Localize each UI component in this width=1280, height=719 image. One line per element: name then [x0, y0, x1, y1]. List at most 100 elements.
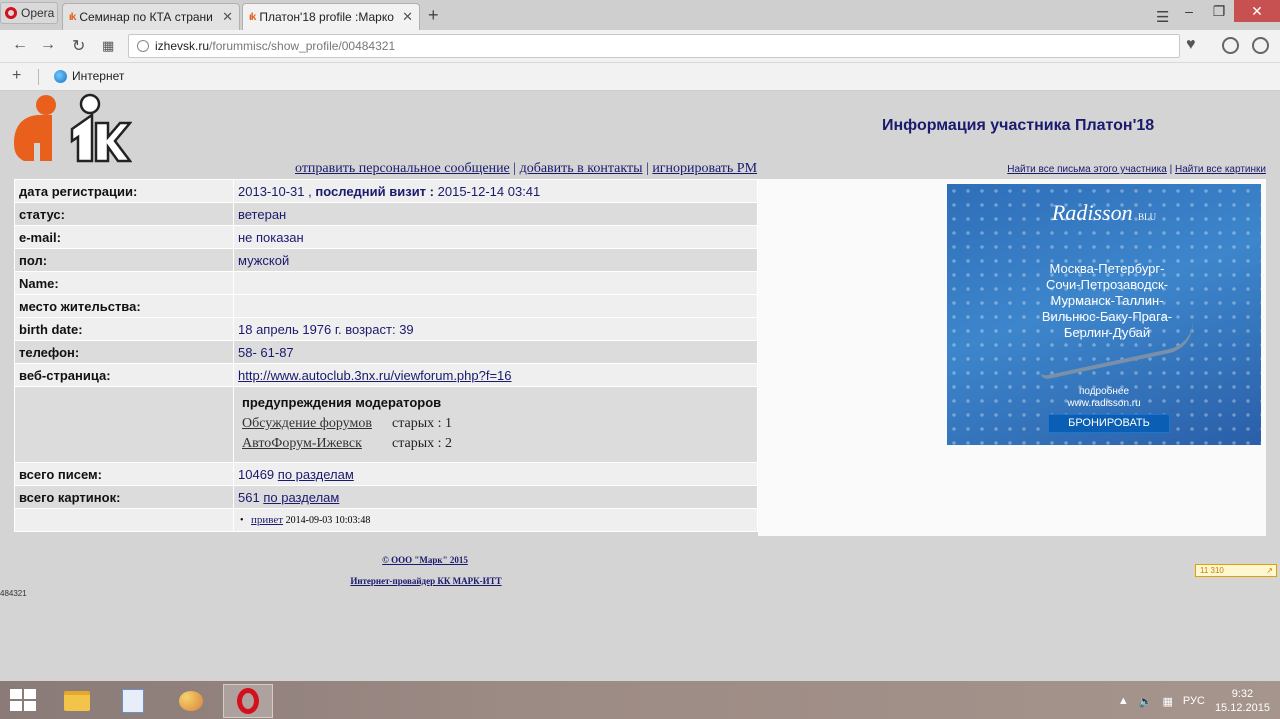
taskbar-paint[interactable]: [166, 684, 216, 718]
opera-icon: [237, 688, 259, 714]
close-window-icon[interactable]: ✕: [1234, 0, 1280, 22]
ik-favicon-icon: ık: [249, 11, 256, 23]
url-domain: izhevsk.ru: [155, 39, 210, 53]
minimize-icon[interactable]: –: [1174, 0, 1204, 22]
speed-dial-grid-icon[interactable]: ▦: [102, 38, 114, 54]
opera-menu-label: Opera: [21, 6, 55, 20]
add-contact-link[interactable]: добавить в контакты: [520, 161, 643, 176]
ignore-pm-link[interactable]: игнорировать PM: [652, 161, 757, 176]
residence-value: [233, 294, 758, 318]
bookmark-heart-icon[interactable]: ♥: [1186, 36, 1196, 54]
bookmark-separator: [38, 69, 39, 85]
moderator-warnings: предупреждения модераторов Обсуждение фо…: [233, 386, 758, 463]
footer-isp-link[interactable]: Интернет-провайдер КК МАРК-ИТТ: [0, 576, 852, 586]
taskbar-opera[interactable]: [223, 684, 273, 718]
clock[interactable]: 9:32 15.12.2015: [1215, 687, 1270, 715]
ad-route-line: Мурманск-Таллин-: [1050, 293, 1164, 308]
close-tab-icon[interactable]: ✕: [222, 9, 233, 25]
forward-arrow-icon[interactable]: →: [40, 36, 56, 54]
language-indicator[interactable]: РУС: [1183, 695, 1205, 707]
ad-brand-name: Radisson: [1051, 200, 1133, 225]
ad-more-label: подробнее: [1078, 386, 1130, 397]
restore-icon[interactable]: ❐: [1204, 0, 1234, 22]
taskbar-explorer[interactable]: [52, 684, 102, 718]
new-tab-plus-icon[interactable]: +: [428, 5, 439, 26]
tab-seminar[interactable]: ık Семинар по КТА страни ✕: [62, 3, 240, 30]
izhevsk-logo-icon[interactable]: [12, 93, 132, 163]
birth-value: 18 апрель 1976 г. возраст: 39: [233, 317, 758, 341]
table-row: всего писем: 10469 по разделам: [14, 462, 758, 486]
table-row: телефон: 58- 61-87: [14, 340, 758, 364]
bookmarks-bar: + Интернет: [0, 63, 1280, 91]
url-path: /forummisc/show_profile/00484321: [209, 39, 396, 53]
taskbar-document-app[interactable]: [108, 684, 158, 718]
warning-forum-link[interactable]: Обсуждение форумов: [242, 416, 392, 432]
counter-badge[interactable]: 11 310 ↗: [1195, 564, 1277, 577]
sync-icon[interactable]: [1252, 37, 1269, 54]
table-row: Name:: [14, 271, 758, 295]
table-row: • привет 2014-09-03 10:03:48: [14, 508, 758, 532]
download-icon[interactable]: [1222, 37, 1239, 54]
close-tab-icon[interactable]: ✕: [402, 9, 413, 25]
table-row: место жительства:: [14, 294, 758, 318]
reload-icon[interactable]: ↻: [72, 36, 85, 56]
row-label: дата регистрации:: [14, 179, 234, 203]
find-posts-link[interactable]: Найти все письма этого участника: [1007, 164, 1167, 175]
counter-badge-value: 11 310: [1200, 566, 1224, 575]
send-pm-link[interactable]: отправить персональное сообщение: [295, 161, 510, 176]
images-count: 561: [238, 489, 260, 505]
site-info-icon[interactable]: [137, 40, 149, 52]
separator: |: [646, 161, 649, 176]
profile-table: дата регистрации: 2013-10-31 , последний…: [14, 179, 758, 532]
ad-route-line: Вильнюс-Баку-Прага-: [1041, 309, 1173, 324]
warning-row: Обсуждение форумов старых : 1: [242, 416, 753, 432]
recent-message-link[interactable]: привет: [251, 514, 283, 526]
bookmark-internet[interactable]: Интернет: [54, 69, 124, 83]
windows-start-icon[interactable]: [10, 689, 36, 711]
warning-row: АвтоФорум-Ижевск старых : 2: [242, 436, 753, 452]
opera-logo-icon: [5, 7, 17, 19]
find-images-link[interactable]: Найти все картинки: [1175, 164, 1266, 175]
recent-message-date: 2014-09-03 10:03:48: [285, 515, 371, 526]
search-links: Найти все письма этого участника | Найти…: [1007, 164, 1266, 175]
tab-menu-icon[interactable]: ☰: [1156, 8, 1169, 26]
ad-more: подробнее www.radisson.ru: [947, 386, 1261, 410]
url-field[interactable]: izhevsk.ru/forummisc/show_profile/004843…: [128, 34, 1180, 58]
volume-icon[interactable]: 🔈: [1139, 695, 1153, 708]
posts-by-section-link[interactable]: по разделам: [278, 467, 354, 482]
row-label: [14, 386, 234, 463]
warnings-title: предупреждения модераторов: [242, 395, 442, 410]
tray-arrow-icon[interactable]: ▲: [1118, 695, 1129, 707]
name-value: [233, 271, 758, 295]
book-button[interactable]: БРОНИРОВАТЬ: [1048, 414, 1170, 433]
reg-separator: ,: [308, 183, 312, 199]
footer-copyright[interactable]: © ООО "Марк" 2015: [0, 555, 850, 565]
bullet-icon: •: [240, 515, 249, 526]
tab-title: Платон'18 profile :Марко: [259, 10, 394, 24]
windows-taskbar: ▲ 🔈 ▦ РУС 9:32 15.12.2015: [0, 681, 1280, 719]
warning-forum-link[interactable]: АвтоФорум-Ижевск: [242, 436, 392, 452]
row-label: статус:: [14, 202, 234, 226]
table-row: birth date: 18 апрель 1976 г. возраст: 3…: [14, 317, 758, 341]
table-row: дата регистрации: 2013-10-31 , последний…: [14, 179, 758, 203]
back-arrow-icon[interactable]: ←: [12, 36, 28, 54]
radisson-ad-banner[interactable]: Radisson BLU Москва-Петербург- Сочи-Петр…: [947, 184, 1261, 445]
table-row: статус: ветеран: [14, 202, 758, 226]
opera-menu-button[interactable]: Opera: [0, 2, 58, 24]
ad-route-line: Москва-Петербург-: [1049, 261, 1165, 276]
registration-value: 2013-10-31 , последний визит : 2015-12-1…: [233, 179, 758, 203]
table-row: всего картинок: 561 по разделам: [14, 485, 758, 509]
window-controls: – ❐ ✕: [1174, 0, 1280, 22]
network-icon[interactable]: ▦: [1163, 695, 1173, 708]
tab-profile[interactable]: ık Платон'18 profile :Марко ✕: [242, 3, 420, 30]
folder-icon: [64, 691, 90, 711]
clock-date: 15.12.2015: [1214, 702, 1270, 714]
row-label: телефон:: [14, 340, 234, 364]
website-link[interactable]: http://www.autoclub.3nx.ru/viewforum.php…: [238, 368, 512, 383]
row-label: всего картинок:: [14, 485, 234, 509]
add-bookmark-icon[interactable]: +: [12, 67, 21, 85]
page-title: Информация участника Платон'18: [882, 117, 1155, 134]
separator: |: [513, 161, 517, 176]
last-visit: 2015-12-14 03:41: [437, 183, 541, 199]
images-by-section-link[interactable]: по разделам: [263, 490, 339, 505]
